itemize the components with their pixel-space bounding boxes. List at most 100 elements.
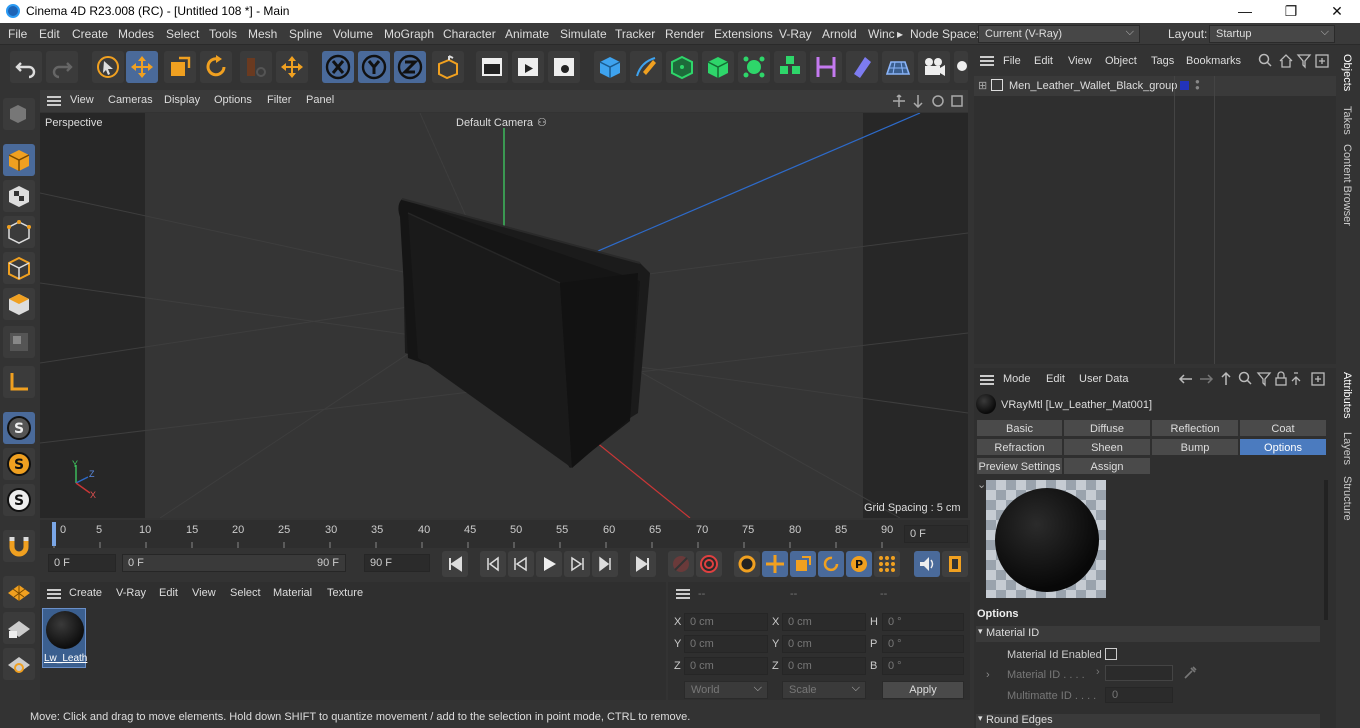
menu-select[interactable]: Select (166, 27, 199, 41)
attributes-menu-hamburger-icon[interactable] (980, 375, 994, 385)
rotation-key-button[interactable] (818, 551, 844, 577)
move-tool-button[interactable] (126, 51, 158, 83)
timeline-ruler[interactable]: 0 5 10 15 20 25 30 35 40 45 50 55 60 65 … (40, 520, 970, 548)
next-key-button[interactable] (592, 551, 618, 577)
tab-refraction[interactable]: Refraction (976, 438, 1063, 456)
tree-expand-icon[interactable]: ⊞ (978, 79, 987, 92)
attr-menu-edit[interactable]: Edit (1046, 373, 1065, 385)
viewport-menu-hamburger-icon[interactable] (47, 96, 61, 106)
render-settings-button[interactable] (548, 51, 580, 83)
floor-button[interactable] (882, 51, 914, 83)
round-edges-group-header[interactable]: ▾ Round Edges (976, 714, 1320, 728)
edges-mode-button[interactable] (3, 252, 35, 284)
workplane-button[interactable] (3, 576, 35, 608)
tab-basic[interactable]: Basic (976, 419, 1063, 437)
tab-content-browser-vertical[interactable]: Content Browser (1341, 144, 1353, 226)
tab-reflection[interactable]: Reflection (1151, 419, 1239, 437)
viewport-camera-name[interactable]: Default Camera (456, 117, 533, 129)
next-frame-button[interactable] (564, 551, 590, 577)
record-disabled-button[interactable] (668, 551, 694, 577)
mat-menu-material[interactable]: Material (273, 587, 312, 599)
menu-volume[interactable]: Volume (333, 27, 373, 41)
material-preview[interactable] (986, 480, 1106, 598)
material-id-group-header[interactable]: Material ID ▾ (976, 626, 1320, 642)
obj-menu-bookmarks[interactable]: Bookmarks (1186, 55, 1250, 67)
vp-menu-view[interactable]: View (70, 94, 94, 106)
sound-button[interactable] (914, 551, 940, 577)
rot-p-field[interactable]: 0 ° (882, 635, 964, 653)
tab-bump[interactable]: Bump (1151, 438, 1239, 456)
end-frame-field[interactable]: 90 F (364, 554, 430, 572)
size-x-field[interactable]: 0 cm (782, 613, 866, 631)
attr-menu-userdata[interactable]: User Data (1079, 373, 1129, 385)
tab-diffuse[interactable]: Diffuse (1063, 419, 1151, 437)
pos-x-field[interactable]: 0 cm (684, 613, 768, 631)
deformer-button[interactable] (810, 51, 842, 83)
coords-menu-hamburger-icon[interactable] (676, 589, 690, 599)
move-axis-button[interactable] (276, 51, 308, 83)
minimize-button[interactable]: — (1222, 0, 1268, 23)
menu-create[interactable]: Create (72, 27, 108, 41)
prev-frame-button[interactable] (508, 551, 534, 577)
light-button[interactable] (954, 51, 968, 83)
field-button[interactable] (846, 51, 878, 83)
object-manager-tools-icons[interactable] (1258, 53, 1334, 69)
tab-structure-vertical[interactable]: Structure (1341, 476, 1353, 521)
material-id-color-field[interactable] (1105, 665, 1173, 681)
mat-menu-vray[interactable]: V-Ray (116, 587, 146, 599)
camera-button[interactable] (918, 51, 950, 83)
tab-coat[interactable]: Coat (1239, 419, 1327, 437)
menu-more-arrow[interactable]: ▸ (897, 27, 903, 41)
menu-tracker[interactable]: Tracker (615, 27, 655, 41)
material-id-enabled-checkbox[interactable] (1105, 648, 1117, 660)
menu-mesh[interactable]: Mesh (248, 27, 277, 41)
eyedropper-icon[interactable] (1182, 665, 1198, 681)
quantize-button[interactable]: S (3, 484, 35, 516)
menu-vray[interactable]: V-Ray (779, 27, 812, 41)
scale-key-button[interactable] (790, 551, 816, 577)
prev-key-button[interactable] (480, 551, 506, 577)
subdivision-surface-button[interactable] (666, 51, 698, 83)
size-y-field[interactable]: 0 cm (782, 635, 866, 653)
magnet-button[interactable] (3, 530, 35, 562)
size-z-field[interactable]: 0 cm (782, 657, 866, 675)
extrude-button[interactable] (702, 51, 734, 83)
start-frame-field[interactable]: 0 F (48, 554, 116, 572)
menu-tools[interactable]: Tools (209, 27, 237, 41)
node-space-select[interactable]: Current (V-Ray) (978, 25, 1140, 43)
scale-tool-button[interactable] (164, 51, 196, 83)
vp-menu-cameras[interactable]: Cameras (108, 94, 153, 106)
menu-edit[interactable]: Edit (39, 27, 60, 41)
visibility-dots-icon[interactable]: ● ● (1195, 78, 1200, 92)
x-axis-lock-button[interactable] (322, 51, 354, 83)
close-button[interactable]: ✕ (1314, 0, 1360, 23)
attribute-nav-icons[interactable] (1178, 371, 1334, 387)
object-name[interactable]: Men_Leather_Wallet_Black_group (1009, 80, 1177, 92)
undo-button[interactable] (10, 51, 42, 83)
frame-range-slider[interactable]: 0 F 90 F (122, 554, 346, 572)
timeline-window-button[interactable] (942, 551, 968, 577)
viewport-nav-icons[interactable] (892, 94, 964, 108)
polygons-mode-button[interactable] (3, 288, 35, 320)
mat-menu-select[interactable]: Select (230, 587, 261, 599)
pla-key-button[interactable] (874, 551, 900, 577)
menu-file[interactable]: File (8, 27, 27, 41)
cloner-button[interactable] (738, 51, 770, 83)
menu-extensions[interactable]: Extensions (714, 27, 773, 41)
rotate-tool-button[interactable] (200, 51, 232, 83)
menu-animate[interactable]: Animate (505, 27, 549, 41)
y-axis-lock-button[interactable] (358, 51, 390, 83)
maximize-button[interactable]: ❐ (1268, 0, 1314, 23)
tab-takes-vertical[interactable]: Takes (1341, 106, 1353, 135)
rot-h-field[interactable]: 0 ° (882, 613, 964, 631)
menu-window[interactable]: Winc (868, 27, 895, 41)
vp-menu-options[interactable]: Options (214, 94, 252, 106)
menu-render[interactable]: Render (665, 27, 704, 41)
cube-object-button[interactable] (594, 51, 626, 83)
menu-modes[interactable]: Modes (118, 27, 154, 41)
go-to-start-button[interactable] (442, 551, 468, 577)
mograph-cubes-button[interactable] (774, 51, 806, 83)
viewport-perspective[interactable]: Perspective Default Camera ⚇ Grid Spacin… (40, 113, 968, 518)
material-menu-hamburger-icon[interactable] (47, 589, 61, 599)
mat-menu-edit[interactable]: Edit (159, 587, 178, 599)
